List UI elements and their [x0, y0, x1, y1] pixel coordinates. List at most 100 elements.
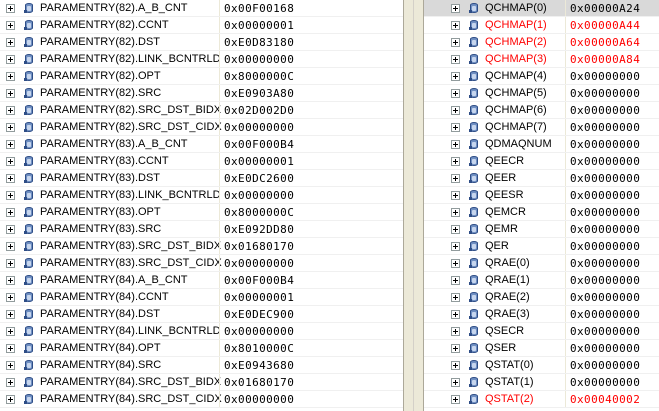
register-row[interactable]: QRAE(0) 0x00000000	[424, 255, 659, 272]
expand-plus-icon[interactable]	[6, 123, 15, 132]
expand-plus-icon[interactable]	[451, 225, 460, 234]
register-row[interactable]: PARAMENTRY(83).CCNT 0x00000001	[0, 153, 403, 170]
register-row[interactable]: QCHMAP(5) 0x00000000	[424, 85, 659, 102]
register-row[interactable]: QDMAQNUM 0x00000000	[424, 136, 659, 153]
register-value[interactable]: 0x00000001	[224, 289, 294, 306]
register-value[interactable]: 0x00000000	[570, 374, 640, 391]
register-value[interactable]: 0x00000A64	[570, 34, 640, 51]
register-value[interactable]: 0x00000000	[570, 238, 640, 255]
register-value[interactable]: 0x00000000	[570, 306, 640, 323]
register-row[interactable]: PARAMENTRY(84).A_B_CNT 0x00F000B4	[0, 272, 403, 289]
register-row[interactable]: QCHMAP(0) 0x00000A24	[424, 0, 659, 17]
register-value[interactable]: 0x00000000	[570, 289, 640, 306]
register-row[interactable]: QCHMAP(4) 0x00000000	[424, 68, 659, 85]
expand-plus-icon[interactable]	[6, 327, 15, 336]
expand-plus-icon[interactable]	[451, 208, 460, 217]
expand-plus-icon[interactable]	[6, 208, 15, 217]
register-value[interactable]: 0x00000000	[570, 153, 640, 170]
register-row[interactable]: PARAMENTRY(83).SRC 0xE092DD80	[0, 221, 403, 238]
expand-plus-icon[interactable]	[451, 242, 460, 251]
register-value[interactable]: 0x00000000	[570, 102, 640, 119]
register-value[interactable]: 0xE0DC2600	[224, 170, 294, 187]
expand-plus-icon[interactable]	[451, 395, 460, 404]
expand-plus-icon[interactable]	[6, 395, 15, 404]
register-row[interactable]: PARAMENTRY(82).A_B_CNT 0x00F00168	[0, 0, 403, 17]
register-row[interactable]: PARAMENTRY(83).OPT 0x8000000C	[0, 204, 403, 221]
register-value[interactable]: 0x00000000	[224, 255, 294, 272]
expand-plus-icon[interactable]	[451, 21, 460, 30]
expand-plus-icon[interactable]	[451, 123, 460, 132]
register-row[interactable]: PARAMENTRY(83).SRC_DST_BIDX 0x01680170	[0, 238, 403, 255]
expand-plus-icon[interactable]	[451, 361, 460, 370]
register-value[interactable]: 0x02D002D0	[224, 102, 294, 119]
register-row[interactable]: QEECR 0x00000000	[424, 153, 659, 170]
expand-plus-icon[interactable]	[451, 259, 460, 268]
expand-plus-icon[interactable]	[6, 310, 15, 319]
expand-plus-icon[interactable]	[6, 242, 15, 251]
register-value[interactable]: 0x00000000	[570, 85, 640, 102]
register-row[interactable]: QEMCR 0x00000000	[424, 204, 659, 221]
register-row[interactable]: QRAE(2) 0x00000000	[424, 289, 659, 306]
register-value[interactable]: 0x00000A24	[570, 0, 640, 17]
register-row[interactable]: PARAMENTRY(84).SRC_DST_BIDX 0x01680170	[0, 374, 403, 391]
expand-plus-icon[interactable]	[6, 4, 15, 13]
register-value[interactable]: 0x8000000C	[224, 68, 294, 85]
expand-plus-icon[interactable]	[6, 38, 15, 47]
expand-plus-icon[interactable]	[451, 378, 460, 387]
expand-plus-icon[interactable]	[6, 89, 15, 98]
register-row[interactable]: QCHMAP(7) 0x00000000	[424, 119, 659, 136]
expand-plus-icon[interactable]	[451, 89, 460, 98]
register-value[interactable]: 0x00000000	[570, 357, 640, 374]
register-row[interactable]: PARAMENTRY(82).DST 0xE0D83180	[0, 34, 403, 51]
expand-plus-icon[interactable]	[6, 106, 15, 115]
register-value[interactable]: 0x00000000	[570, 187, 640, 204]
register-row[interactable]: PARAMENTRY(83).A_B_CNT 0x00F000B4	[0, 136, 403, 153]
expand-plus-icon[interactable]	[451, 344, 460, 353]
expand-plus-icon[interactable]	[451, 38, 460, 47]
register-value[interactable]: 0x00000A44	[570, 17, 640, 34]
register-value[interactable]: 0x01680170	[224, 374, 294, 391]
register-value[interactable]: 0x00000000	[570, 136, 640, 153]
expand-plus-icon[interactable]	[6, 225, 15, 234]
register-value[interactable]: 0x8010000C	[224, 340, 294, 357]
register-row[interactable]: QEER 0x00000000	[424, 170, 659, 187]
register-value[interactable]: 0x00000A84	[570, 51, 640, 68]
register-value[interactable]: 0xE0943680	[224, 357, 294, 374]
expand-plus-icon[interactable]	[6, 191, 15, 200]
expand-plus-icon[interactable]	[6, 157, 15, 166]
register-value[interactable]: 0x00000000	[224, 119, 294, 136]
register-row[interactable]: PARAMENTRY(84).CCNT 0x00000001	[0, 289, 403, 306]
register-value[interactable]: 0xE0D83180	[224, 34, 294, 51]
register-row[interactable]: QCHMAP(2) 0x00000A64	[424, 34, 659, 51]
register-value[interactable]: 0x00000001	[224, 153, 294, 170]
register-value[interactable]: 0x00000000	[224, 323, 294, 340]
register-value[interactable]: 0x01680170	[224, 238, 294, 255]
register-row[interactable]: QSTAT(1) 0x00000000	[424, 374, 659, 391]
register-value[interactable]: 0x00000000	[570, 204, 640, 221]
register-row[interactable]: PARAMENTRY(82).SRC 0xE0903A80	[0, 85, 403, 102]
expand-plus-icon[interactable]	[6, 361, 15, 370]
expand-plus-icon[interactable]	[6, 276, 15, 285]
pane-splitter[interactable]	[403, 0, 424, 411]
expand-plus-icon[interactable]	[451, 106, 460, 115]
register-value[interactable]: 0x00000000	[570, 272, 640, 289]
expand-plus-icon[interactable]	[451, 310, 460, 319]
register-value[interactable]: 0x00F00168	[224, 0, 294, 17]
register-row[interactable]: PARAMENTRY(82).SRC_DST_CIDX 0x00000000	[0, 119, 403, 136]
register-value[interactable]: 0x00F000B4	[224, 136, 294, 153]
register-row[interactable]: PARAMENTRY(83).DST 0xE0DC2600	[0, 170, 403, 187]
register-row[interactable]: PARAMENTRY(82).LINK_BCNTRLD 0x00000000	[0, 51, 403, 68]
register-value[interactable]: 0x00000000	[570, 255, 640, 272]
register-row[interactable]: QER 0x00000000	[424, 238, 659, 255]
register-row[interactable]: QSER 0x00000000	[424, 340, 659, 357]
expand-plus-icon[interactable]	[6, 55, 15, 64]
register-row[interactable]: PARAMENTRY(84).LINK_BCNTRLD 0x00000000	[0, 323, 403, 340]
expand-plus-icon[interactable]	[6, 21, 15, 30]
register-value[interactable]: 0xE0903A80	[224, 85, 294, 102]
register-value[interactable]: 0x00000000	[570, 170, 640, 187]
register-row[interactable]: QSTAT(0) 0x00000000	[424, 357, 659, 374]
expand-plus-icon[interactable]	[451, 276, 460, 285]
register-value[interactable]: 0xE092DD80	[224, 221, 294, 238]
register-value[interactable]: 0x00000000	[570, 340, 640, 357]
register-row[interactable]: QRAE(1) 0x00000000	[424, 272, 659, 289]
